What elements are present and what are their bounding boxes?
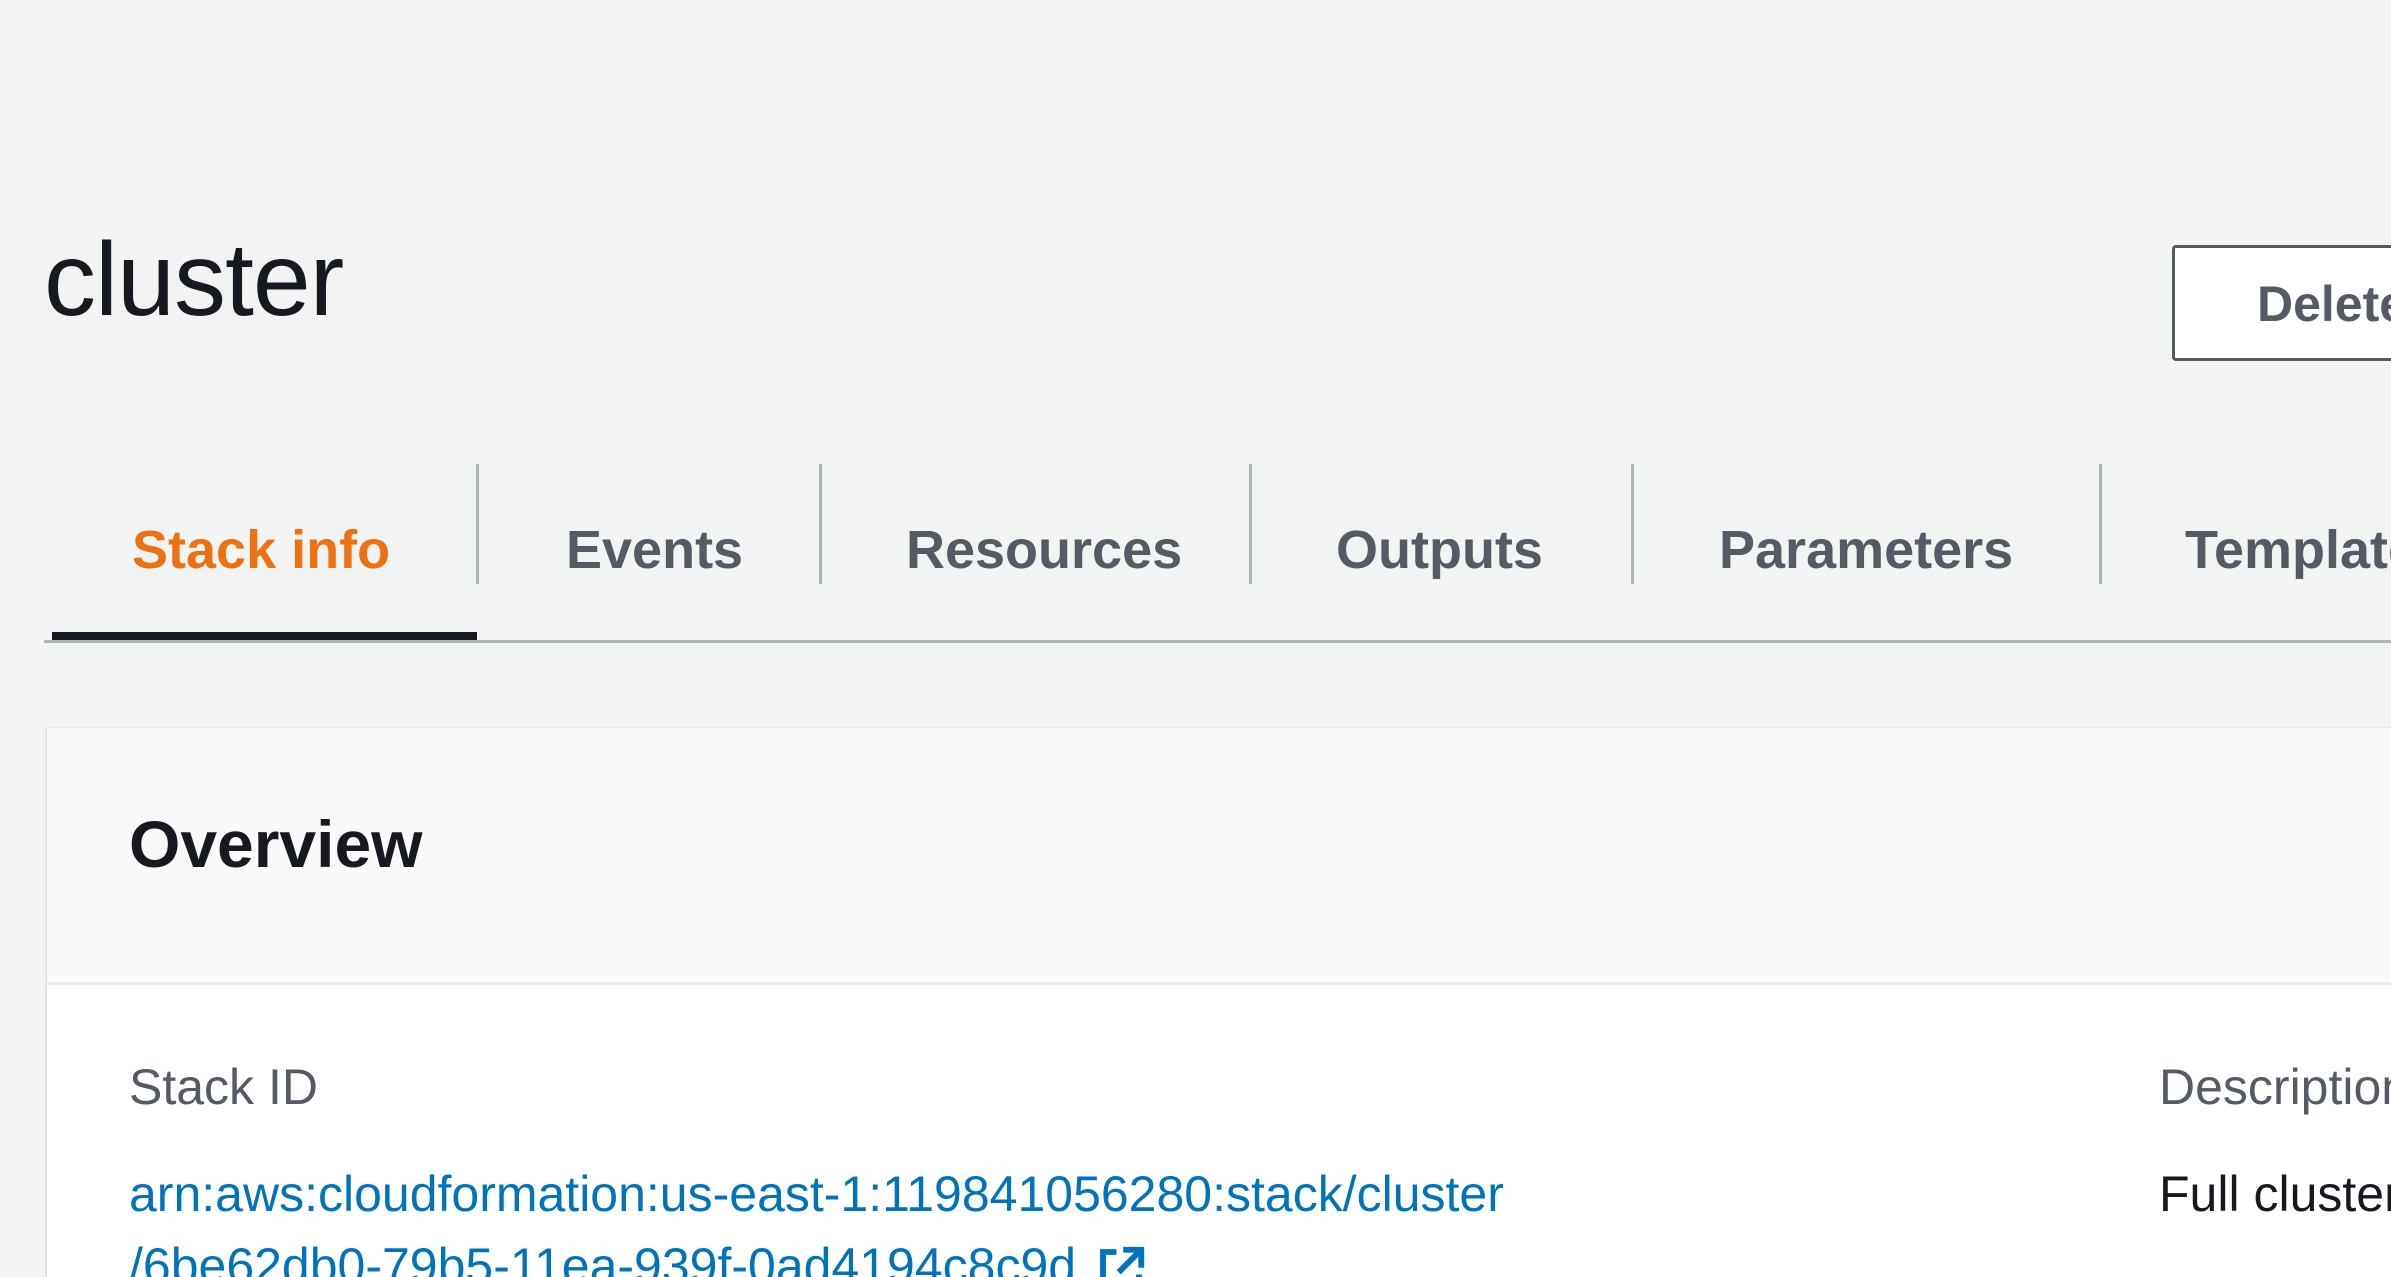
tab-stack-info[interactable]: Stack info	[132, 460, 390, 640]
tab-divider	[2099, 464, 2102, 584]
tab-divider	[819, 464, 822, 584]
tab-events[interactable]: Events	[566, 460, 743, 640]
tab-outputs[interactable]: Outputs	[1336, 460, 1543, 640]
stack-tabs: Stack info Events Resources Outputs Para…	[44, 460, 2391, 643]
tab-divider	[476, 464, 479, 584]
stack-id-line1: arn:aws:cloudformation:us-east-1:1198410…	[129, 1166, 1504, 1222]
stack-id-line2: /6be62db0-79b5-11ea-939f-0ad4194c8c9d	[129, 1238, 1077, 1277]
description-label: Description	[2159, 1059, 2391, 1115]
stack-id-label: Stack ID	[129, 1059, 318, 1115]
overview-title: Overview	[129, 807, 423, 881]
delete-button[interactable]: Delete	[2172, 245, 2391, 361]
active-tab-indicator	[52, 632, 477, 640]
stack-id-link[interactable]: arn:aws:cloudformation:us-east-1:1198410…	[129, 1158, 1504, 1277]
tabs-baseline	[44, 640, 2391, 643]
page-title: cluster	[44, 222, 344, 338]
cloudformation-stack-page: cluster Delete Stack info Events Resourc…	[0, 0, 2391, 1277]
overview-panel-header: Overview	[47, 728, 2391, 985]
tab-divider	[1249, 464, 1252, 584]
description-value: Full cluster	[2159, 1166, 2391, 1222]
tab-divider	[1631, 464, 1634, 584]
tab-parameters[interactable]: Parameters	[1719, 460, 2013, 640]
external-link-icon	[1094, 1243, 1148, 1277]
tab-template[interactable]: Template	[2185, 460, 2391, 640]
overview-panel: Overview Stack ID arn:aws:cloudformation…	[47, 728, 2391, 1277]
tab-resources[interactable]: Resources	[906, 460, 1182, 640]
